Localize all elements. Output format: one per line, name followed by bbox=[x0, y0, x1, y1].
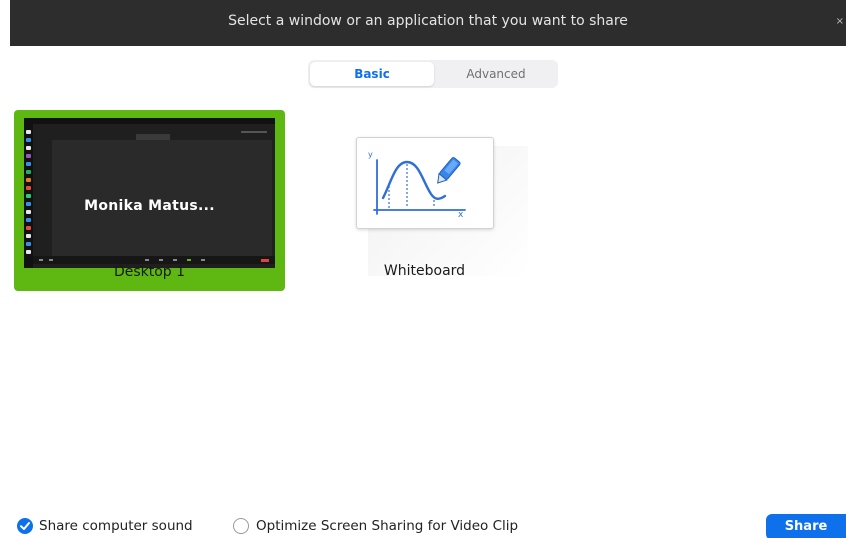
share-mode-tabs: Basic Advanced bbox=[308, 60, 558, 88]
share-item-whiteboard[interactable]: y x Whiteboard bbox=[342, 126, 528, 286]
optimize-video-checkbox[interactable] bbox=[233, 518, 249, 534]
share-button[interactable]: Share bbox=[766, 514, 846, 538]
share-item-desktop-1[interactable]: Monika Matus... Desktop 1 bbox=[14, 110, 285, 291]
close-icon[interactable]: × bbox=[836, 16, 844, 27]
thumbnail-topbar bbox=[24, 118, 275, 124]
desktop-thumbnail: Monika Matus... bbox=[24, 118, 275, 268]
thumbnail-dock bbox=[24, 124, 33, 268]
tab-advanced[interactable]: Advanced bbox=[434, 62, 558, 86]
dialog-titlebar: Select a window or an application that y… bbox=[10, 0, 846, 46]
dialog-footer: Share computer sound Optimize Screen Sha… bbox=[0, 512, 846, 538]
share-item-label: Desktop 1 bbox=[113, 264, 186, 280]
thumbnail-status-text bbox=[241, 131, 267, 133]
thumbnail-toolbar bbox=[33, 256, 275, 264]
share-item-label: Whiteboard bbox=[383, 263, 466, 279]
svg-text:x: x bbox=[458, 210, 464, 220]
dialog-title: Select a window or an application that y… bbox=[228, 13, 628, 29]
optimize-video-label[interactable]: Optimize Screen Sharing for Video Clip bbox=[256, 518, 518, 534]
checkmark-icon bbox=[20, 522, 30, 530]
tab-basic[interactable]: Basic bbox=[310, 62, 434, 86]
thumbnail-participant-name: Monika Matus... bbox=[84, 198, 215, 214]
share-sound-label[interactable]: Share computer sound bbox=[39, 518, 193, 534]
thumbnail-leave-button bbox=[261, 259, 269, 262]
share-sound-checkbox[interactable] bbox=[17, 518, 33, 534]
whiteboard-icon: y x bbox=[356, 137, 494, 229]
svg-text:y: y bbox=[368, 150, 373, 159]
